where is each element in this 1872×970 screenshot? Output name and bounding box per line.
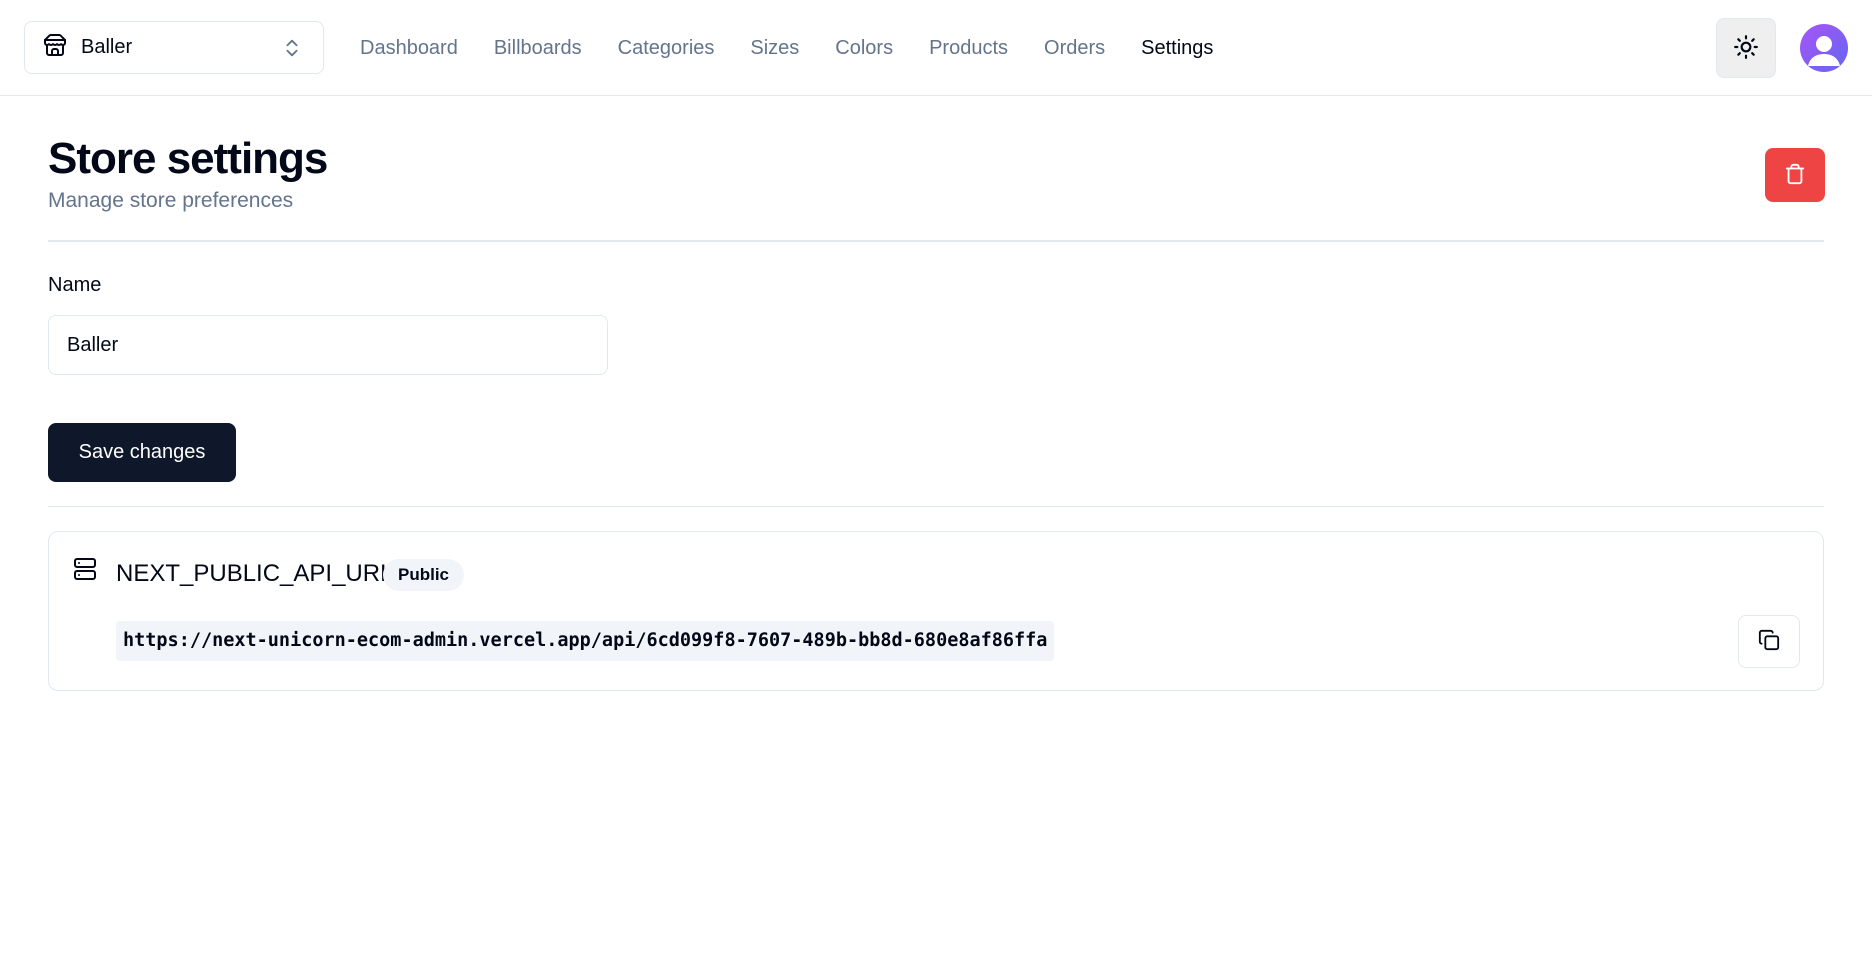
server-icon — [73, 557, 97, 586]
copy-button[interactable] — [1738, 615, 1800, 668]
page-title: Store settings — [48, 134, 328, 183]
store-switcher[interactable]: Baller — [24, 21, 324, 74]
nav-products[interactable]: Products — [929, 37, 1008, 60]
store-name-input[interactable] — [48, 315, 608, 375]
sun-icon — [1733, 34, 1759, 63]
divider — [48, 240, 1824, 242]
name-label: Name — [48, 274, 102, 296]
save-changes-button[interactable]: Save changes — [48, 423, 236, 482]
user-avatar[interactable] — [1800, 24, 1848, 72]
nav-sizes[interactable]: Sizes — [750, 37, 799, 60]
nav-dashboard[interactable]: Dashboard — [360, 37, 458, 60]
api-url: https://next-unicorn-ecom-admin.vercel.a… — [116, 621, 1055, 661]
nav-orders[interactable]: Orders — [1044, 37, 1105, 60]
divider — [48, 506, 1824, 507]
env-key: NEXT_PUBLIC_API_URL — [116, 560, 394, 587]
store-icon — [43, 33, 67, 62]
nav-settings[interactable]: Settings — [1141, 37, 1213, 60]
api-alert-card: NEXT_PUBLIC_API_URL Public https://next-… — [48, 531, 1824, 691]
theme-toggle-button[interactable] — [1716, 18, 1776, 78]
top-navbar: Baller Dashboard Billboards Categories S… — [0, 0, 1872, 96]
nav-colors[interactable]: Colors — [835, 37, 893, 60]
trash-icon — [1784, 163, 1806, 188]
page-subtitle: Manage store preferences — [48, 189, 294, 212]
main-nav: Dashboard Billboards Categories Sizes Co… — [360, 0, 1249, 96]
delete-store-button[interactable] — [1765, 148, 1825, 202]
nav-billboards[interactable]: Billboards — [494, 37, 582, 60]
nav-categories[interactable]: Categories — [618, 37, 715, 60]
copy-icon — [1758, 629, 1780, 654]
chevrons-up-down-icon — [281, 36, 303, 65]
public-badge: Public — [383, 559, 465, 591]
store-name: Baller — [81, 36, 133, 58]
